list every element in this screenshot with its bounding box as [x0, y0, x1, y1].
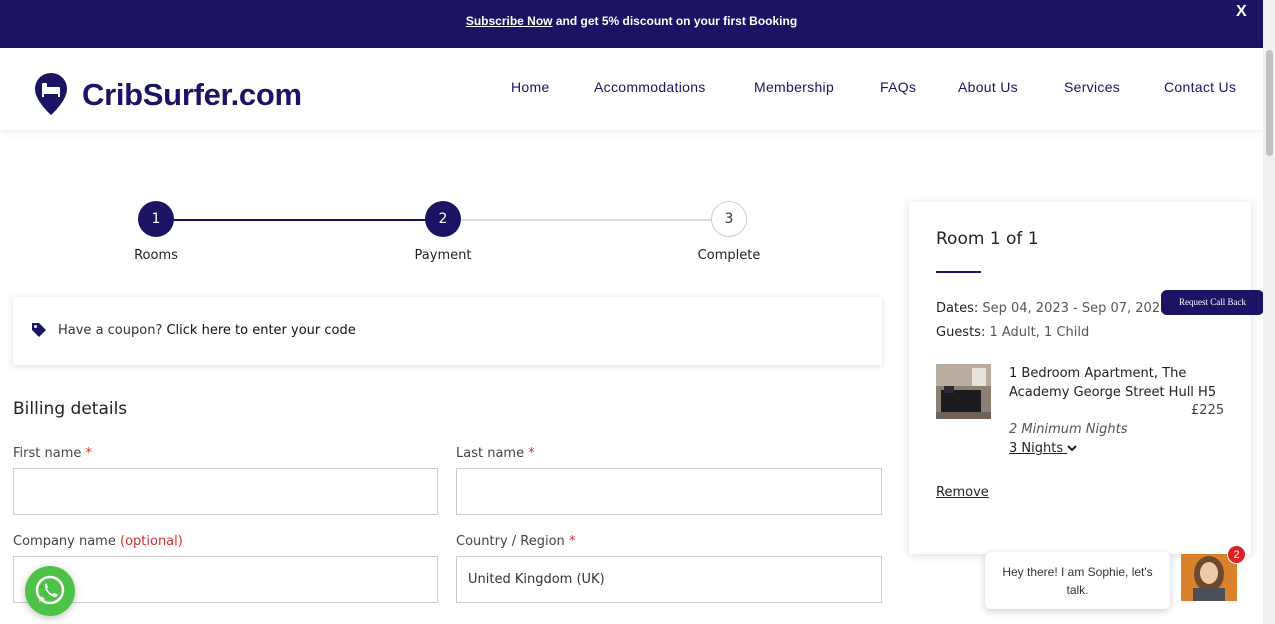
announcement-bar: Subscribe Now and get 5% discount on you…	[0, 0, 1275, 48]
title-underline	[936, 271, 981, 273]
dates-value: Sep 04, 2023 - Sep 07, 2023	[978, 301, 1169, 316]
country-select[interactable]: United Kingdom (UK)	[456, 556, 882, 603]
guests-row: Guests: 1 Adult, 1 Child	[936, 325, 1089, 340]
step-3-circle: 3	[711, 201, 747, 237]
nav-contact-us[interactable]: Contact Us	[1164, 79, 1236, 95]
last-name-field[interactable]	[456, 468, 882, 515]
company-label-text: Company name	[13, 534, 116, 549]
coupon-notice: Have a coupon? Click here to enter your …	[13, 297, 882, 365]
step-2-label: Payment	[414, 248, 472, 263]
required-mark: *	[528, 446, 535, 461]
page-scrollbar[interactable]	[1263, 0, 1275, 624]
first-name-field[interactable]	[13, 468, 438, 515]
required-mark: *	[568, 534, 576, 549]
nav-home[interactable]: Home	[511, 79, 550, 95]
chat-greeting-bubble[interactable]: Hey there! I am Sophie, let's talk.	[985, 552, 1170, 609]
optional-tag: (optional)	[120, 534, 183, 549]
step-connector-pending	[443, 219, 729, 221]
guests-label: Guests:	[936, 325, 986, 340]
nav-accommodations[interactable]: Accommodations	[594, 79, 706, 95]
country-label: Country / Region *	[456, 534, 575, 549]
coupon-prefix: Have a coupon?	[58, 323, 167, 338]
first-name-label: First name *	[13, 446, 92, 461]
step-2-circle: 2	[425, 201, 461, 237]
whatsapp-button[interactable]	[25, 566, 75, 616]
dates-label: Dates:	[936, 301, 979, 316]
required-mark: *	[85, 446, 93, 461]
nav-about-us[interactable]: About Us	[958, 79, 1018, 95]
subscribe-link[interactable]: Subscribe Now	[466, 14, 553, 28]
chat-notification-badge: 2	[1227, 545, 1246, 564]
company-name-label: Company name (optional)	[13, 534, 183, 549]
nights-dropdown[interactable]: 3 Nights	[1009, 441, 1077, 456]
announcement-text: and get 5% discount on your first Bookin…	[552, 14, 798, 28]
whatsapp-icon	[35, 575, 65, 605]
nav-membership[interactable]: Membership	[754, 79, 834, 95]
nav-services[interactable]: Services	[1064, 79, 1120, 95]
location-pin-bed-icon	[35, 73, 67, 115]
site-header: CribSurfer.com Home Accommodations Membe…	[0, 48, 1263, 130]
step-1-label: Rooms	[134, 248, 178, 263]
step-connector-complete	[156, 219, 443, 221]
chat-agent-avatar[interactable]	[1181, 554, 1237, 601]
room-price: £225	[1191, 403, 1225, 418]
dates-row: Dates: Sep 04, 2023 - Sep 07, 2023	[936, 301, 1168, 316]
summary-title: Room 1 of 1	[936, 229, 1039, 249]
tag-icon	[32, 323, 46, 337]
scrollbar-thumb[interactable]	[1266, 50, 1273, 156]
booking-summary-card: Room 1 of 1 Dates: Sep 04, 2023 - Sep 07…	[909, 202, 1251, 554]
nights-value: 3 Nights	[1009, 441, 1064, 456]
first-name-label-text: First name	[13, 446, 82, 461]
step-1-circle: 1	[138, 201, 174, 237]
logo-text: CribSurfer.com	[82, 77, 302, 112]
remove-room-link[interactable]: Remove	[936, 485, 989, 500]
billing-title: Billing details	[13, 399, 128, 419]
nav-faqs[interactable]: FAQs	[880, 79, 916, 95]
coupon-link[interactable]: Click here to enter your code	[166, 323, 355, 338]
minimum-nights: 2 Minimum Nights	[1009, 422, 1128, 437]
room-name: 1 Bedroom Apartment, The Academy George …	[1009, 366, 1217, 400]
site-logo[interactable]: CribSurfer.com	[34, 72, 304, 118]
company-name-field[interactable]	[13, 556, 438, 603]
request-call-back-button[interactable]: Request Call Back	[1161, 290, 1264, 315]
close-announcement-button[interactable]: X	[1236, 3, 1247, 21]
guests-value: 1 Adult, 1 Child	[985, 325, 1090, 340]
last-name-label: Last name *	[456, 446, 535, 461]
last-name-label-text: Last name	[456, 446, 525, 461]
country-label-text: Country / Region	[456, 534, 565, 549]
room-thumbnail	[936, 364, 991, 419]
step-3-label: Complete	[697, 248, 761, 263]
chevron-down-icon	[1067, 445, 1077, 452]
announcement-message: Subscribe Now and get 5% discount on you…	[0, 14, 1263, 28]
